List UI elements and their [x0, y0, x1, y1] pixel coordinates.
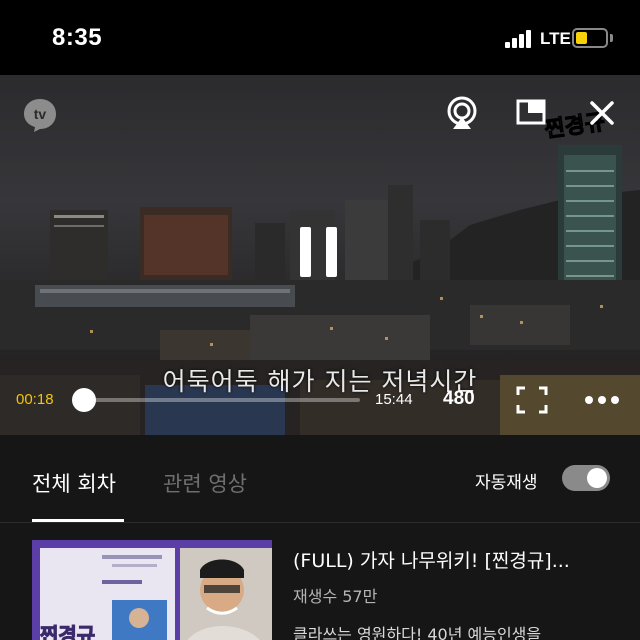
toggle-knob [587, 468, 607, 488]
battery-icon [572, 28, 608, 48]
tv-logo-text: tv [34, 106, 47, 122]
close-icon[interactable] [588, 99, 616, 127]
episode-views: 재생수 57만 [293, 587, 378, 606]
autoplay-label: 자동재생 [475, 473, 538, 493]
fullscreen-icon[interactable] [516, 386, 548, 414]
pause-icon[interactable] [298, 225, 342, 281]
daum-tv-logo: tv [24, 99, 56, 132]
status-time: 8:35 [52, 24, 103, 51]
thumbnail-image: 찐경규 [32, 540, 272, 640]
list-item[interactable]: 찐경규 (FULL) 가자 나무위키! [찐경규]... 재생수 57만 클라쓰… [0, 523, 640, 640]
video-player[interactable]: tv 찐경규 어둑어둑 해가 지는 저녁시간 00:18 15:44 480 [0, 75, 640, 435]
tab-related-videos[interactable]: 관련 영상 [163, 468, 247, 498]
episode-title[interactable]: (FULL) 가자 나무위키! [찐경규]... [293, 546, 623, 573]
tab-all-episodes[interactable]: 전체 회차 [32, 468, 116, 498]
episode-thumbnail[interactable]: 찐경규 [32, 540, 272, 640]
total-time: 15:44 [375, 391, 413, 408]
thumbnail-logo: 찐경규 [40, 623, 95, 640]
autoplay-toggle[interactable] [562, 465, 610, 491]
progress-knob[interactable] [72, 388, 96, 412]
more-icon[interactable] [584, 393, 620, 407]
progress-bar[interactable] [84, 398, 360, 402]
signal-icon [505, 30, 535, 48]
episode-description: 클라쓰는 영원하다! 40년 예능인생을 [293, 625, 542, 640]
airplay-icon[interactable] [444, 95, 480, 131]
pip-icon[interactable] [516, 99, 548, 127]
battery-tip [610, 34, 613, 42]
quality-button[interactable]: 480 [443, 388, 475, 410]
status-bar: 8:35 LTE [0, 0, 640, 75]
tab-bar: 전체 회차 관련 영상 자동재생 [0, 435, 640, 523]
active-tab-indicator [32, 519, 124, 522]
current-time: 00:18 [16, 391, 54, 408]
network-label: LTE [540, 29, 571, 48]
